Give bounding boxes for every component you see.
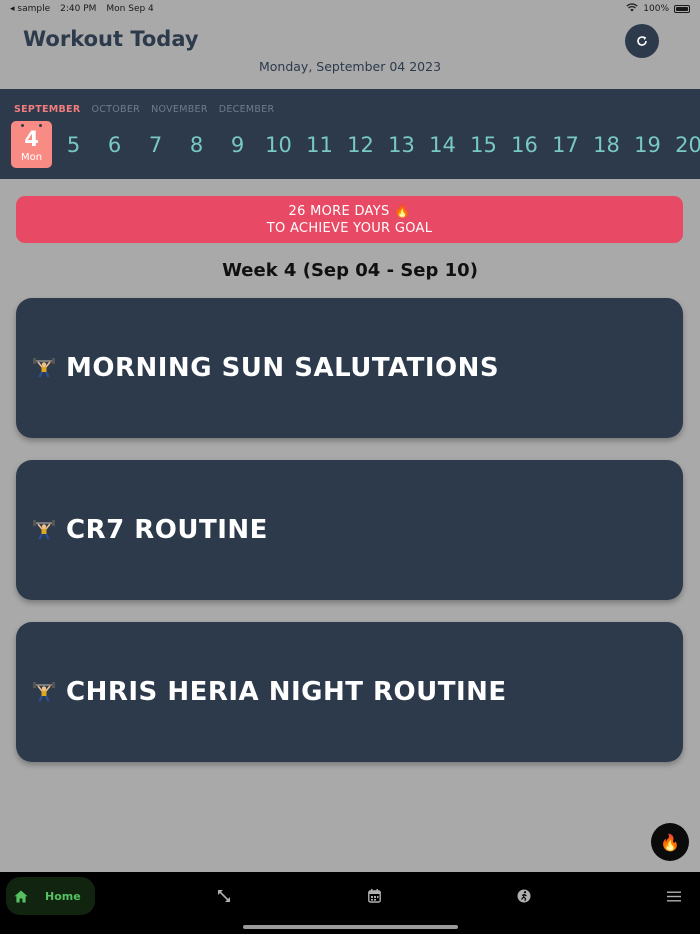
- nav-home-label: Home: [45, 889, 81, 903]
- routine-name: MORNING SUN SALUTATIONS: [66, 353, 500, 383]
- running-icon: [517, 889, 531, 903]
- current-date: Monday, September 04 2023: [258, 59, 442, 74]
- day-item[interactable]: 14: [422, 133, 463, 157]
- day-item[interactable]: 12: [340, 133, 381, 157]
- day-item[interactable]: 6: [94, 133, 135, 157]
- day-item[interactable]: 11: [299, 133, 340, 157]
- calendar-icon: [367, 889, 381, 903]
- day-item[interactable]: 18: [586, 133, 627, 157]
- expand-arrows-icon: [218, 890, 230, 902]
- nav-calendar-button[interactable]: [364, 886, 384, 906]
- calendar-strip[interactable]: SEPTEMBER OCTOBER NOVEMBER DECEMBER 4 Mo…: [0, 89, 700, 179]
- streak-fab-button[interactable]: 🔥: [651, 823, 689, 861]
- selected-day-weekday: Mon: [20, 152, 43, 163]
- status-bar: ◂ sample 2:40 PM Mon Sep 4 100%: [0, 0, 700, 18]
- status-date: Mon Sep 4: [106, 4, 154, 14]
- weightlifter-icon: [33, 682, 55, 702]
- day-item[interactable]: 9: [217, 133, 258, 157]
- battery-icon: [674, 5, 690, 13]
- hamburger-menu-icon: [667, 891, 681, 901]
- fire-icon: 🔥: [660, 832, 680, 852]
- goal-banner: 26 MORE DAYS 🔥 TO ACHIEVE YOUR GOAL: [16, 196, 683, 243]
- back-app-label: sample: [17, 4, 51, 14]
- home-indicator: [243, 925, 458, 929]
- day-item[interactable]: 5: [53, 133, 94, 157]
- month-september[interactable]: SEPTEMBER: [14, 104, 80, 115]
- nav-stretch-button[interactable]: [214, 886, 234, 906]
- day-list: 4 Mon 5 6 7 8 9 10 11 12 13 14 15 16 17 …: [11, 121, 700, 168]
- nav-menu-button[interactable]: [664, 886, 684, 906]
- routine-card-cr7[interactable]: CR7 ROUTINE: [16, 460, 683, 600]
- day-item[interactable]: 19: [627, 133, 668, 157]
- refresh-icon: [637, 36, 647, 46]
- routine-name: CHRIS HERIA NIGHT ROUTINE: [66, 677, 507, 707]
- week-title: Week 4 (Sep 04 - Sep 10): [222, 260, 478, 281]
- day-item[interactable]: 17: [545, 133, 586, 157]
- status-time: 2:40 PM: [60, 4, 97, 14]
- page-title: Workout Today: [23, 27, 199, 51]
- day-item[interactable]: 10: [258, 133, 299, 157]
- day-item[interactable]: 13: [381, 133, 422, 157]
- battery-percent: 100%: [643, 4, 669, 14]
- day-item[interactable]: 8: [176, 133, 217, 157]
- day-selected[interactable]: 4 Mon: [11, 121, 52, 168]
- day-item[interactable]: 15: [463, 133, 504, 157]
- wifi-icon: [626, 3, 638, 15]
- routine-card-chris-heria[interactable]: CHRIS HERIA NIGHT ROUTINE: [16, 622, 683, 762]
- routine-name: CR7 ROUTINE: [66, 515, 268, 545]
- refresh-button[interactable]: [625, 24, 659, 58]
- month-october[interactable]: OCTOBER: [91, 104, 140, 115]
- goal-subtitle: TO ACHIEVE YOUR GOAL: [266, 221, 433, 236]
- month-selector: SEPTEMBER OCTOBER NOVEMBER DECEMBER: [14, 104, 274, 115]
- weightlifter-icon: [33, 520, 55, 540]
- routine-card-morning-sun[interactable]: MORNING SUN SALUTATIONS: [16, 298, 683, 438]
- nav-home-button[interactable]: Home: [6, 877, 95, 915]
- day-item[interactable]: 20: [668, 133, 700, 157]
- nav-activity-button[interactable]: [514, 886, 534, 906]
- day-item[interactable]: 16: [504, 133, 545, 157]
- back-to-app-link[interactable]: ◂ sample: [10, 4, 50, 14]
- home-icon: [14, 890, 28, 902]
- weightlifter-icon: [33, 358, 55, 378]
- month-december[interactable]: DECEMBER: [219, 104, 275, 115]
- day-item[interactable]: 7: [135, 133, 176, 157]
- goal-days-remaining: 26 MORE DAYS 🔥: [288, 204, 411, 219]
- month-november[interactable]: NOVEMBER: [151, 104, 208, 115]
